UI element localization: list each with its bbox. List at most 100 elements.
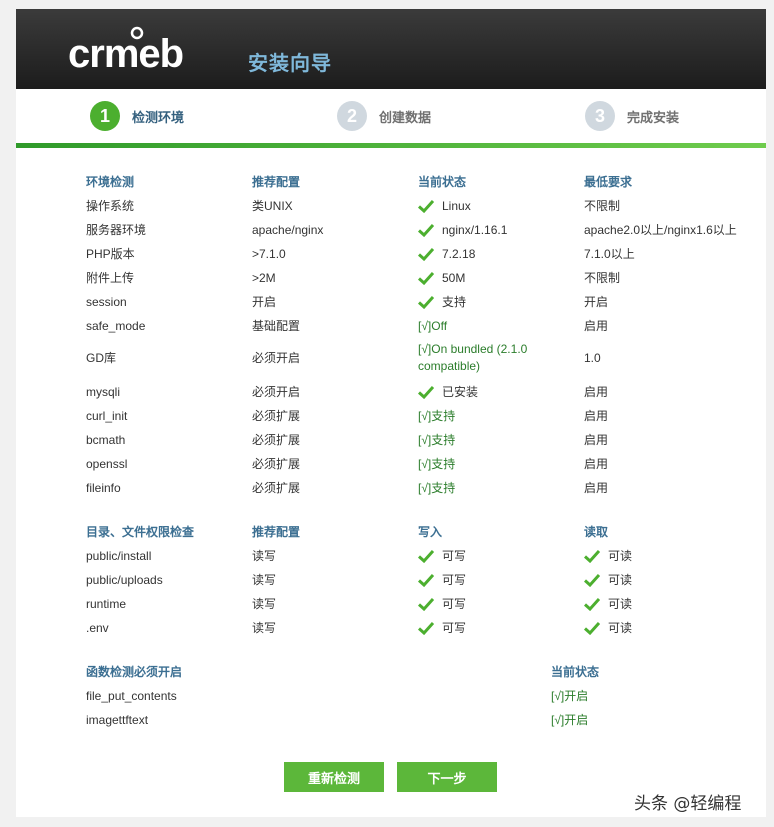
table-row: bcmath 必须扩展 [√]支持 启用 [16,428,766,452]
table-row: openssl 必须扩展 [√]支持 启用 [16,452,766,476]
dir-write: 可写 [418,544,466,568]
check-icon [584,597,600,611]
next-step-button[interactable]: 下一步 [397,762,497,792]
env-recommended: 必须扩展 [252,409,301,423]
env-name: 附件上传 [86,271,135,285]
check-icon [418,549,434,563]
watermark: 头条 @轻编程 [634,794,742,814]
check-icon [418,573,434,587]
dir-read: 可读 [584,544,632,568]
env-minimum: 不限制 [584,199,621,213]
env-minimum: 开启 [584,295,609,309]
check-icon [584,549,600,563]
progress-bar [16,143,766,148]
table-row: 附件上传 >2M 50M 不限制 [16,266,766,290]
step-number: 2 [337,101,367,131]
env-recommended: apache/nginx [252,223,324,237]
col-header: 最低要求 [584,175,633,189]
col-header: 当前状态 [551,665,600,679]
step-label: 检测环境 [132,109,185,125]
dir-write: 可写 [418,568,466,592]
env-status: 支持 [418,290,466,314]
step-finish-install: 3 完成安装 [585,100,679,132]
col-header: 读取 [584,525,609,539]
dir-write: 可写 [418,592,466,616]
header-bar: crmeb 安装向导 [16,9,766,89]
env-minimum: 不限制 [584,271,621,285]
table-row: fileinfo 必须扩展 [√]支持 启用 [16,476,766,500]
env-name: mysqli [86,385,121,399]
svg-text:crmeb: crmeb [68,32,183,75]
env-minimum: apache2.0以上/nginx1.6以上 [584,223,737,237]
check-icon [418,247,434,261]
func-table-header: 函数检测必须开启 当前状态 [16,660,766,684]
dir-recommended: 读写 [252,621,277,635]
recheck-button[interactable]: 重新检测 [284,762,384,792]
env-name: GD库 [86,351,117,365]
col-header: 当前状态 [418,175,467,189]
table-row: .env 读写 可写 可读 [16,616,766,640]
env-minimum: 启用 [584,385,609,399]
step-check-env: 1 检测环境 [90,100,184,132]
col-header: 写入 [418,525,443,539]
table-row: 操作系统 类UNIX Linux 不限制 [16,194,766,218]
col-header: 推荐配置 [252,525,301,539]
table-row: curl_init 必须扩展 [√]支持 启用 [16,404,766,428]
env-name: 服务器环境 [86,223,147,237]
check-icon [584,573,600,587]
table-row: runtime 读写 可写 可读 [16,592,766,616]
table-row: public/uploads 读写 可写 可读 [16,568,766,592]
env-status: [√]支持 [418,409,456,423]
dir-read: 可读 [584,616,632,640]
env-recommended: 必须扩展 [252,433,301,447]
table-row: public/install 读写 可写 可读 [16,544,766,568]
env-status: nginx/1.16.1 [418,218,507,242]
dir-path: public/install [86,549,152,563]
env-name: bcmath [86,433,126,447]
wizard-title: 安装向导 [248,53,332,75]
env-name: PHP版本 [86,247,135,261]
col-header: 目录、文件权限检查 [86,525,195,539]
env-name: curl_init [86,409,128,423]
env-recommended: 开启 [252,295,277,309]
check-icon [418,621,434,635]
col-header: 推荐配置 [252,175,301,189]
dir-path: runtime [86,597,127,611]
env-name: safe_mode [86,319,146,333]
check-icon [418,199,434,213]
env-minimum: 启用 [584,433,609,447]
col-header: 环境检测 [86,175,135,189]
step-number: 1 [90,101,120,131]
table-row: GD库 必须开启 [√]On bundled (2.1.0 compatible… [16,339,766,377]
step-indicator: 1 检测环境 2 创建数据 3 完成安装 [16,89,766,149]
env-status: [√]支持 [418,433,456,447]
env-status: Linux [418,194,471,218]
env-recommended: >7.1.0 [252,247,286,261]
env-status: [√]支持 [418,457,456,471]
env-recommended: 基础配置 [252,319,301,333]
func-name: file_put_contents [86,689,177,703]
table-row: imagettftext [√]开启 [16,708,766,732]
dir-read: 可读 [584,568,632,592]
env-recommended: 必须扩展 [252,457,301,471]
dir-table-header: 目录、文件权限检查 推荐配置 写入 读取 [16,520,766,544]
env-recommended: 必须开启 [252,385,301,399]
env-table-header: 环境检测 推荐配置 当前状态 最低要求 [16,170,766,194]
env-status: [√]On bundled (2.1.0 compatible) [418,342,528,373]
dir-path: .env [86,621,109,635]
check-icon [418,271,434,285]
env-minimum: 启用 [584,409,609,423]
env-status: [√]Off [418,319,448,333]
env-status: 50M [418,266,465,290]
dir-read: 可读 [584,592,632,616]
env-name: openssl [86,457,128,471]
env-status: 7.2.18 [418,242,475,266]
dir-recommended: 读写 [252,597,277,611]
table-row: 服务器环境 apache/nginx nginx/1.16.1 apache2.… [16,218,766,242]
check-icon [418,385,434,399]
dir-write: 可写 [418,616,466,640]
step-label: 完成安装 [627,109,680,125]
env-minimum: 7.1.0以上 [584,247,635,261]
table-row: mysqli 必须开启 已安装 启用 [16,380,766,404]
step-label: 创建数据 [379,109,432,125]
